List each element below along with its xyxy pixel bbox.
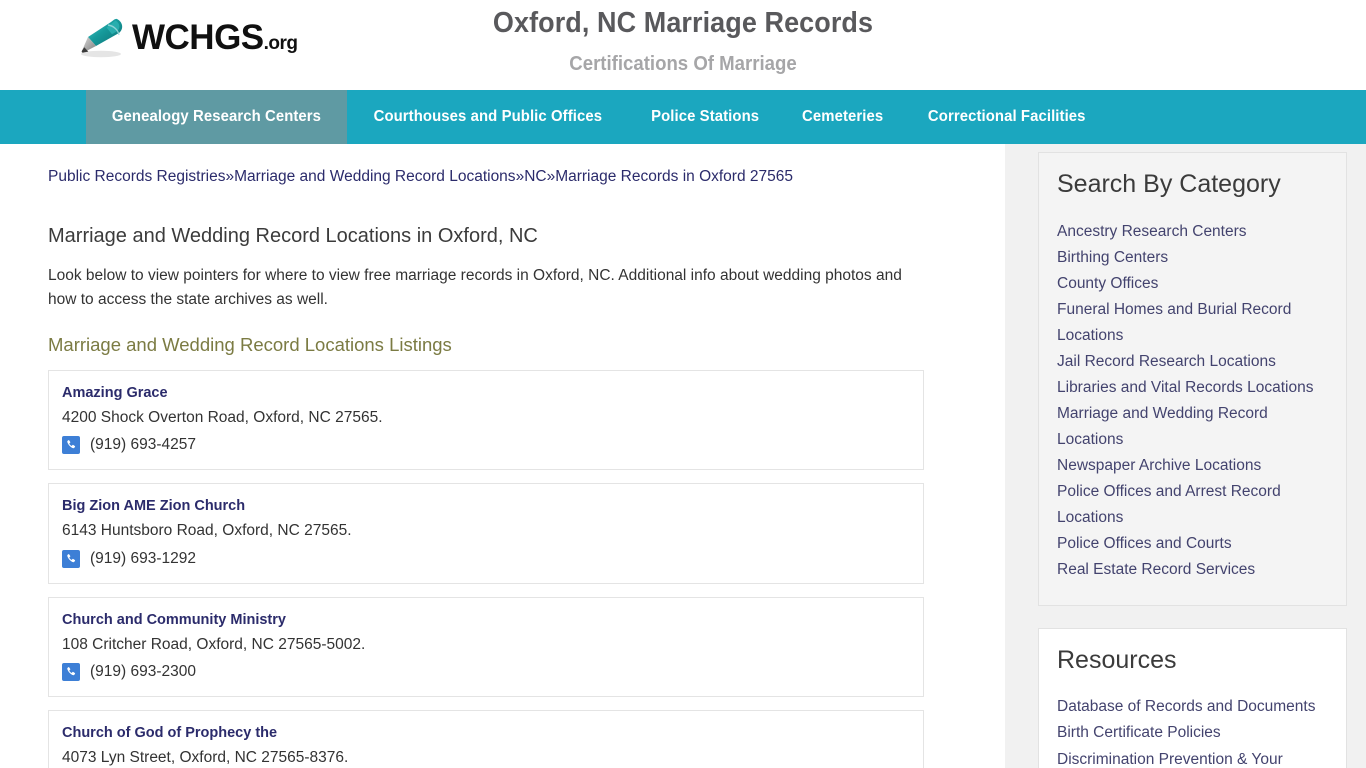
breadcrumb-separator: » bbox=[546, 168, 556, 185]
intro-paragraph: Look below to view pointers for where to… bbox=[48, 266, 902, 308]
category-link-jail-record-research-locations[interactable]: Jail Record Research Locations bbox=[1057, 349, 1328, 375]
listing-name[interactable]: Amazing Grace bbox=[62, 384, 910, 403]
main-content: Public Records Registries»Marriage and W… bbox=[0, 144, 1005, 768]
page-title: Marriage and Wedding Record Locations in… bbox=[48, 224, 538, 247]
listing-card: Amazing Grace 4200 Shock Overton Road, O… bbox=[48, 369, 924, 471]
nav-item-correctional-facilities[interactable]: Correctional Facilities bbox=[904, 90, 1109, 144]
category-link-real-estate-record-services[interactable]: Real Estate Record Services bbox=[1057, 557, 1328, 583]
category-link-newspaper-archive-locations[interactable]: Newspaper Archive Locations bbox=[1057, 453, 1328, 479]
nav-item-label: Courthouses and Public Offices bbox=[373, 108, 603, 125]
breadcrumb-separator: » bbox=[515, 168, 525, 185]
masthead: WCHGS.org Oxford, NC Marriage Records Ce… bbox=[0, 0, 1366, 90]
nav-item-cemeteries[interactable]: Cemeteries bbox=[781, 90, 904, 144]
listing-name[interactable]: Big Zion AME Zion Church bbox=[62, 497, 910, 516]
listing-card: Church of God of Prophecy the 4073 Lyn S… bbox=[48, 710, 924, 768]
phone-glyph bbox=[67, 553, 76, 562]
nav-item-courthouses-and-public-offices[interactable]: Courthouses and Public Offices bbox=[347, 90, 629, 144]
category-link-libraries-and-vital-records-locations[interactable]: Libraries and Vital Records Locations bbox=[1057, 375, 1328, 401]
category-link-ancestry-research-centers[interactable]: Ancestry Research Centers bbox=[1057, 219, 1328, 245]
breadcrumb-item-0[interactable]: Public Records Registries bbox=[48, 168, 225, 185]
nav-item-label: Correctional Facilities bbox=[928, 108, 1086, 125]
body-layout: Public Records Registries»Marriage and W… bbox=[0, 144, 1366, 768]
sidebar: Search By Category Ancestry Research Cen… bbox=[1019, 144, 1366, 768]
breadcrumb-item-1[interactable]: Marriage and Wedding Record Locations bbox=[234, 168, 515, 185]
resources-title: Resources bbox=[1057, 645, 1177, 674]
nav-item-police-stations[interactable]: Police Stations bbox=[629, 90, 781, 144]
resources-box: Resources Database of Records and Docume… bbox=[1038, 627, 1347, 768]
phone-glyph bbox=[67, 667, 76, 676]
site-subtitle: Certifications Of Marriage bbox=[569, 53, 797, 75]
breadcrumb-item-2[interactable]: NC bbox=[524, 168, 546, 185]
listing-phone-row: (919) 693-1292 bbox=[62, 549, 910, 568]
listing-phone-row: (919) 693-4257 bbox=[62, 436, 910, 455]
listing-name[interactable]: Church and Community Ministry bbox=[62, 611, 910, 630]
category-link-funeral-homes-and-burial-record-locations[interactable]: Funeral Homes and Burial Record Location… bbox=[1057, 297, 1328, 349]
search-by-category-title: Search By Category bbox=[1057, 170, 1281, 198]
listing-card: Big Zion AME Zion Church 6143 Huntsboro … bbox=[48, 483, 924, 584]
category-link-birthing-centers[interactable]: Birthing Centers bbox=[1057, 245, 1328, 271]
page-root: WCHGS.org Oxford, NC Marriage Records Ce… bbox=[0, 0, 1366, 768]
breadcrumb: Public Records Registries»Marriage and W… bbox=[48, 166, 957, 188]
phone-icon bbox=[62, 663, 80, 682]
listing-address: 4200 Shock Overton Road, Oxford, NC 2756… bbox=[62, 408, 383, 426]
listing-phone[interactable]: (919) 693-2300 bbox=[90, 663, 196, 681]
phone-icon bbox=[62, 549, 80, 568]
breadcrumb-item-3[interactable]: Marriage Records in Oxford 27565 bbox=[555, 168, 793, 185]
search-by-category-box: Search By Category Ancestry Research Cen… bbox=[1038, 152, 1347, 606]
listing-phone[interactable]: (919) 693-1292 bbox=[90, 550, 196, 568]
listing-address: 6143 Huntsboro Road, Oxford, NC 27565. bbox=[62, 522, 352, 540]
listing-address: 108 Critcher Road, Oxford, NC 27565-5002… bbox=[62, 635, 366, 653]
listing-name[interactable]: Church of God of Prophecy the bbox=[62, 724, 910, 743]
listings-heading: Marriage and Wedding Record Locations Li… bbox=[48, 333, 452, 355]
resource-link-discrimination-prevention[interactable]: Discrimination Prevention & Your bbox=[1057, 747, 1328, 768]
nav-item-label: Genealogy Research Centers bbox=[111, 108, 322, 125]
resource-link-database-of-records-and-documents[interactable]: Database of Records and Documents bbox=[1057, 694, 1328, 720]
resource-link-birth-certificate-policies[interactable]: Birth Certificate Policies bbox=[1057, 720, 1328, 746]
listing-card: Church and Community Ministry 108 Critch… bbox=[48, 596, 924, 698]
category-link-police-offices-and-arrest-record-locations[interactable]: Police Offices and Arrest Record Locatio… bbox=[1057, 479, 1328, 531]
phone-glyph bbox=[67, 440, 76, 449]
category-link-police-offices-and-courts[interactable]: Police Offices and Courts bbox=[1057, 531, 1328, 557]
main-navigation: Genealogy Research Centers Courthouses a… bbox=[0, 90, 1366, 144]
nav-item-label: Police Stations bbox=[650, 108, 759, 125]
nav-item-genealogy-research-centers[interactable]: Genealogy Research Centers bbox=[86, 90, 347, 144]
category-link-marriage-and-wedding-record-locations[interactable]: Marriage and Wedding Record Locations bbox=[1057, 401, 1328, 453]
site-title: Oxford, NC Marriage Records bbox=[492, 7, 874, 39]
listing-phone-row: (919) 693-2300 bbox=[62, 663, 910, 682]
category-link-county-offices[interactable]: County Offices bbox=[1057, 271, 1328, 297]
listing-address: 4073 Lyn Street, Oxford, NC 27565-8376. bbox=[62, 749, 349, 767]
breadcrumb-separator: » bbox=[225, 168, 235, 185]
listing-phone[interactable]: (919) 693-4257 bbox=[90, 436, 196, 454]
column-gutter bbox=[1005, 144, 1019, 768]
nav-item-label: Cemeteries bbox=[801, 108, 884, 125]
phone-icon bbox=[62, 436, 80, 455]
right-edge-band bbox=[1347, 144, 1366, 768]
